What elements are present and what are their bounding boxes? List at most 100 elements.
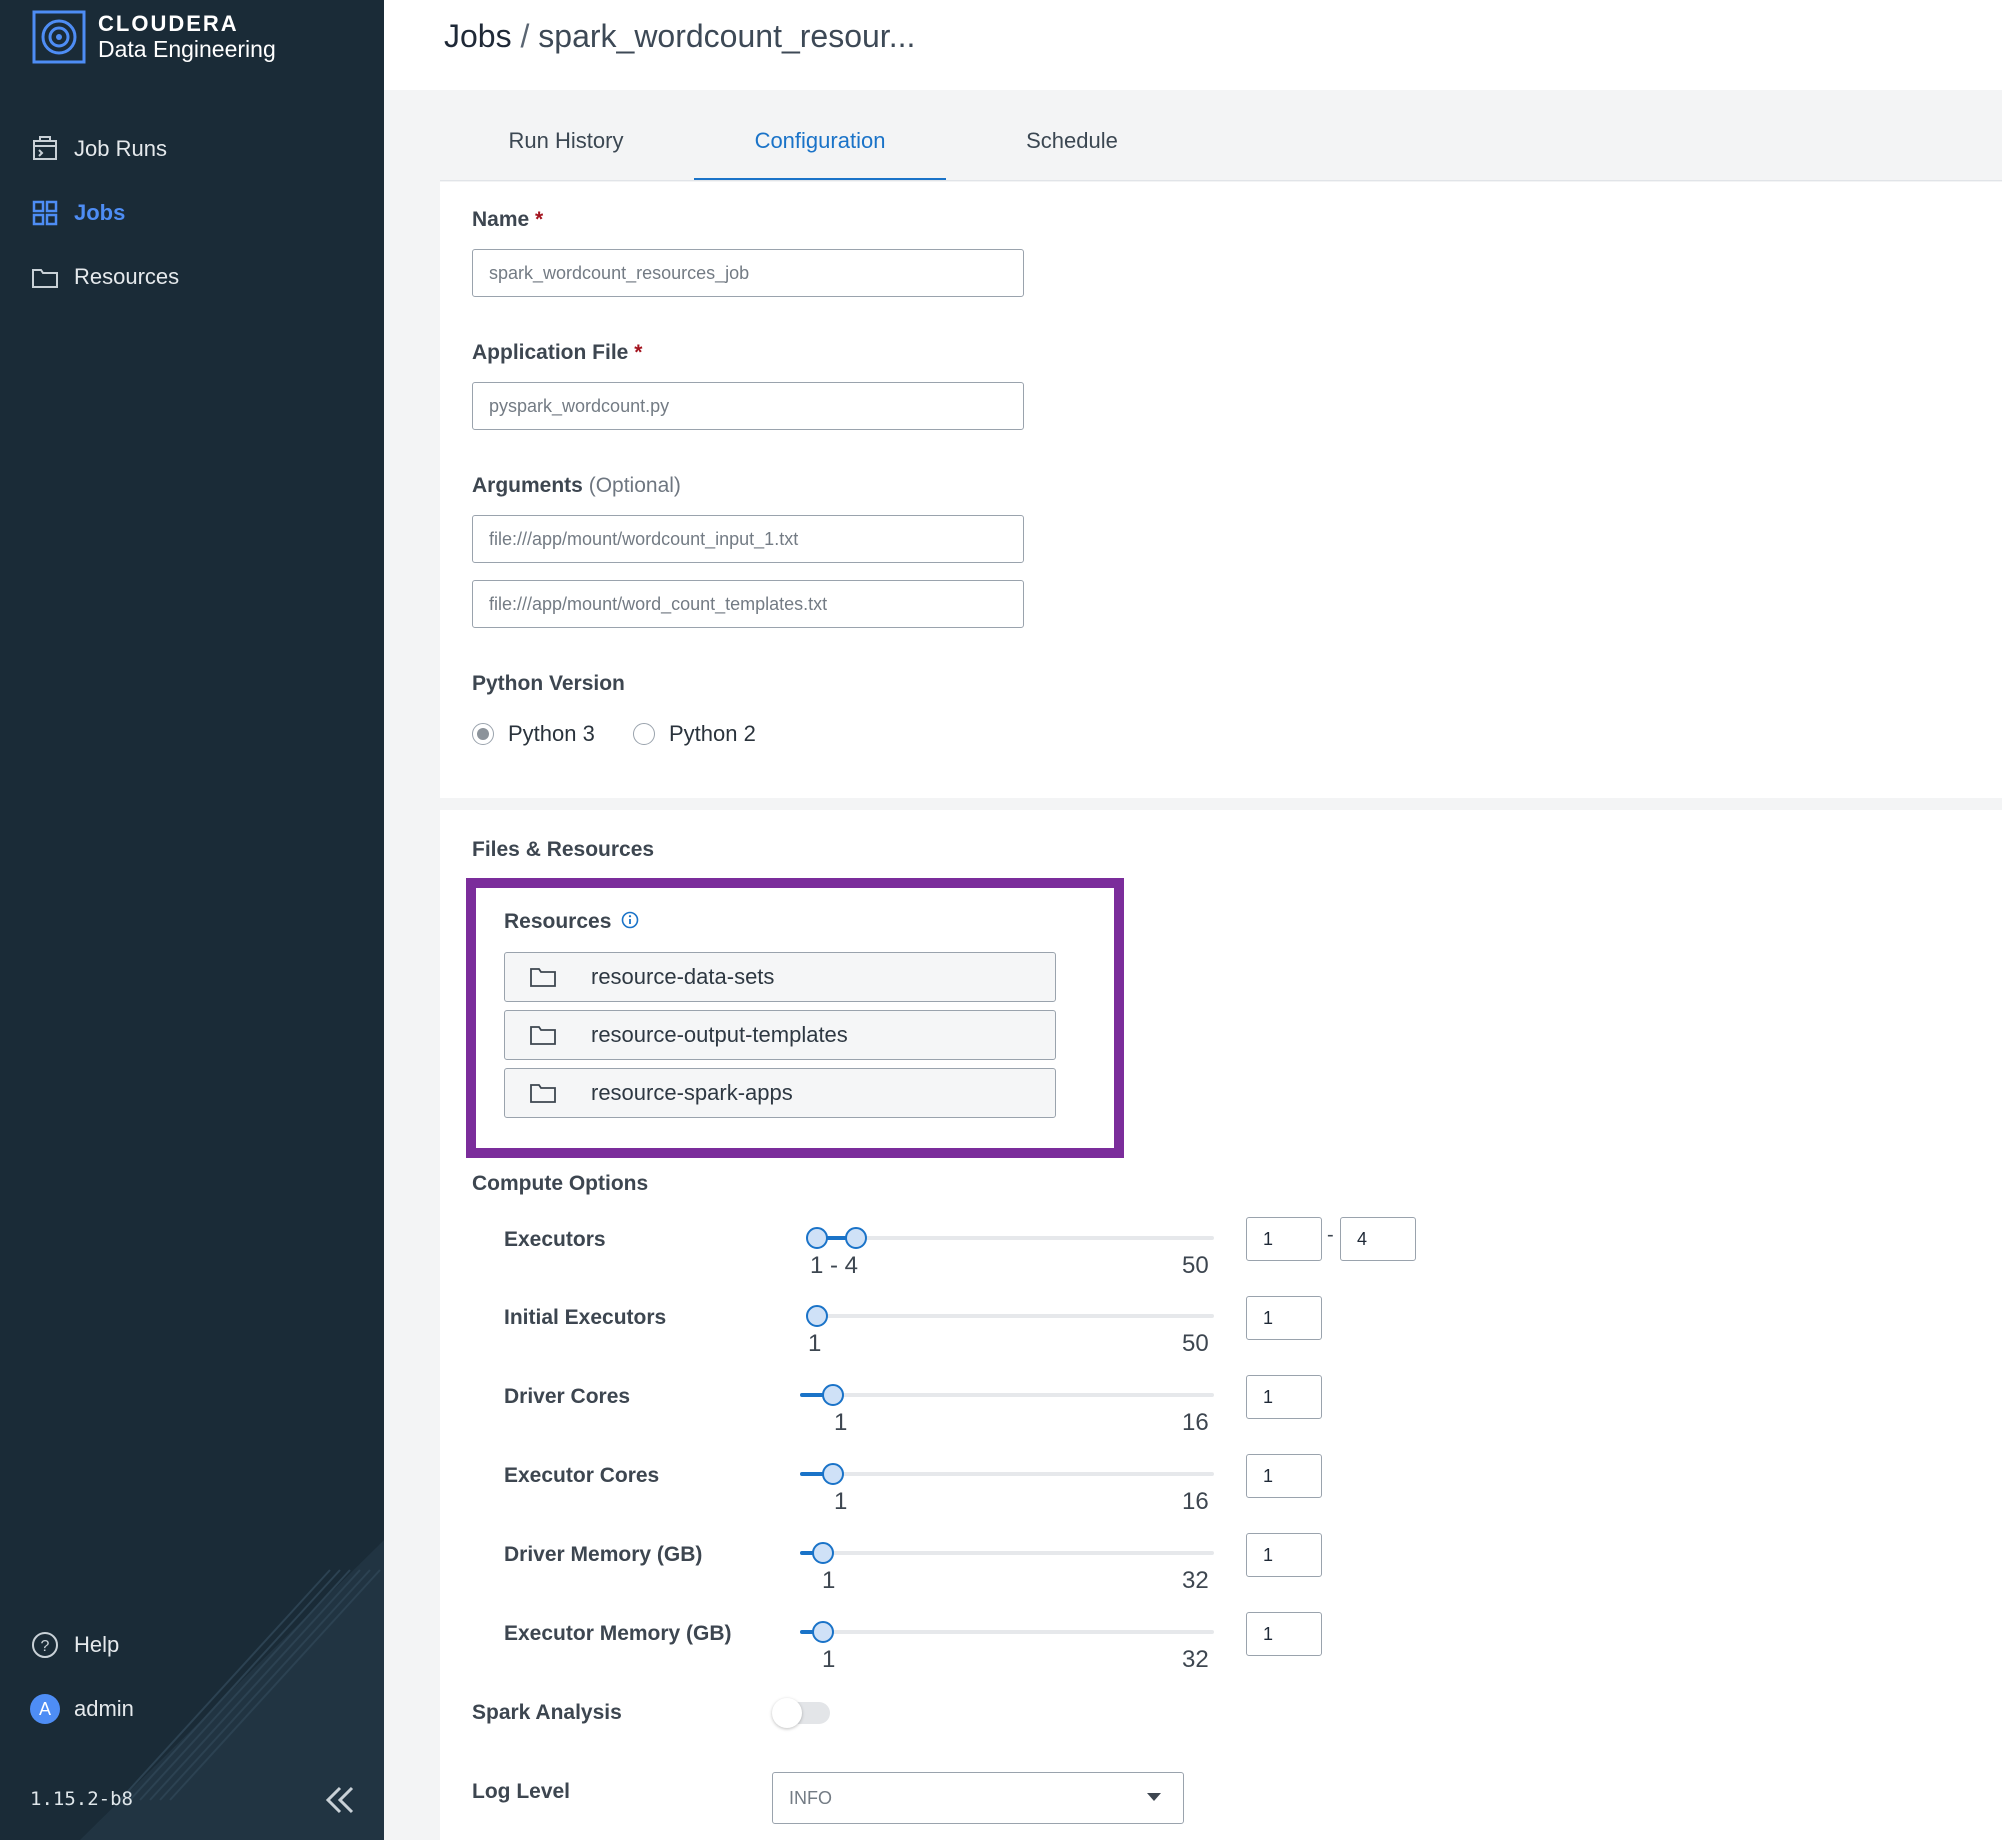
python2-radio-option[interactable]: Python 2 (633, 721, 756, 747)
executor-memory-slider-track[interactable] (800, 1630, 1214, 1634)
driver-cores-label: Driver Cores (504, 1385, 631, 1408)
initial-executors-min-tick: 1 (808, 1330, 822, 1357)
files-resources-heading: Files & Resources (472, 838, 655, 861)
nav-item-resources[interactable]: Resources (30, 262, 179, 292)
folder-icon (530, 1026, 556, 1045)
application-file-label-text: Application File (472, 341, 629, 364)
executors-max-input[interactable]: 4 (1340, 1217, 1416, 1261)
driver-cores-input[interactable]: 1 (1246, 1375, 1322, 1419)
resource-name: resource-spark-apps (591, 1080, 793, 1105)
log-level-label: Log Level (472, 1780, 571, 1803)
sidebar: CLOUDERA Data Engineering Job Runs Jobs … (0, 0, 384, 1840)
svg-text:?: ? (41, 1638, 50, 1655)
grid-icon (32, 200, 58, 226)
brand-name: CLOUDERA (98, 11, 239, 36)
help-link[interactable]: ? Help (30, 1630, 119, 1660)
driver-memory-slider-thumb[interactable] (812, 1542, 834, 1564)
driver-memory-input[interactable]: 1 (1246, 1533, 1322, 1577)
driver-memory-max-tick: 32 (1182, 1567, 1209, 1594)
argument-input-1[interactable]: file:///app/mount/wordcount_input_1.txt (472, 515, 1024, 563)
radio-selected-dot (477, 728, 489, 740)
resource-name: resource-data-sets (591, 964, 775, 989)
python-version-label: Python Version (472, 672, 625, 695)
help-icon: ? (32, 1632, 58, 1658)
collapse-sidebar-icon[interactable] (322, 1782, 358, 1818)
nav-item-job-runs[interactable]: Job Runs (30, 134, 167, 164)
spark-analysis-label: Spark Analysis (472, 1701, 622, 1724)
executor-memory-label: Executor Memory (GB) (504, 1622, 732, 1645)
resource-item[interactable]: resource-output-templates (504, 1010, 1056, 1060)
python3-radio-option[interactable]: Python 3 (472, 721, 595, 747)
initial-executors-input[interactable]: 1 (1246, 1296, 1322, 1340)
executor-cores-max-tick: 16 (1182, 1488, 1209, 1515)
executor-cores-min-tick: 1 (834, 1488, 848, 1515)
driver-memory-slider-track[interactable] (800, 1551, 1214, 1555)
job-runs-icon (33, 136, 57, 160)
name-label-text: Name (472, 208, 530, 231)
resource-item[interactable]: resource-spark-apps (504, 1068, 1056, 1118)
logo[interactable]: CLOUDERA Data Engineering (32, 10, 276, 64)
argument-input-2[interactable]: file:///app/mount/word_count_templates.t… (472, 580, 1024, 628)
avatar: A (30, 1694, 60, 1724)
tab-run-history[interactable]: Run History (440, 104, 692, 178)
name-required-mark: * (535, 208, 544, 231)
log-level-value: INFO (789, 1787, 832, 1808)
toggle-knob (772, 1698, 802, 1728)
folder-icon (530, 1084, 556, 1103)
driver-memory-min-tick: 1 (822, 1567, 836, 1594)
initial-executors-slider-thumb[interactable] (806, 1305, 828, 1327)
cloudera-logo-icon (32, 10, 86, 64)
user-menu[interactable]: A admin (30, 1694, 134, 1724)
executor-memory-input[interactable]: 1 (1246, 1612, 1322, 1656)
driver-cores-slider-thumb[interactable] (822, 1384, 844, 1406)
nav-label-job-runs: Job Runs (74, 136, 167, 161)
initial-executors-max-tick: 50 (1182, 1330, 1209, 1357)
compute-options-heading: Compute Options (472, 1172, 649, 1195)
executor-memory-slider-thumb[interactable] (812, 1621, 834, 1643)
nav-item-jobs[interactable]: Jobs (30, 198, 125, 228)
resources-label-text: Resources (504, 910, 612, 933)
executor-cores-label: Executor Cores (504, 1464, 660, 1487)
resources-label: Resources (504, 910, 639, 934)
spark-analysis-toggle[interactable] (772, 1698, 830, 1728)
log-level-select[interactable]: INFO (772, 1772, 1184, 1824)
breadcrumb-current-job: spark_wordcount_resour... (538, 18, 916, 54)
arguments-label: Arguments (Optional) (472, 474, 681, 498)
application-file-input[interactable]: pyspark_wordcount.py (472, 382, 1024, 430)
driver-cores-max-tick: 16 (1182, 1409, 1209, 1436)
executor-cores-slider-thumb[interactable] (822, 1463, 844, 1485)
executors-max-thumb[interactable] (844, 1227, 867, 1249)
chevron-down-icon (1147, 1793, 1161, 1801)
executor-cores-slider-track[interactable] (800, 1472, 1214, 1476)
arguments-optional-text: (Optional) (588, 474, 681, 497)
folder-icon (32, 269, 58, 288)
executors-max-tick: 50 (1182, 1252, 1209, 1279)
info-icon[interactable] (621, 911, 639, 929)
python3-radio[interactable] (472, 723, 494, 745)
application-file-label: Application File * (472, 341, 642, 365)
tab-schedule[interactable]: Schedule (946, 104, 1198, 178)
python2-label: Python 2 (669, 721, 756, 746)
name-input[interactable]: spark_wordcount_resources_job (472, 249, 1024, 297)
resource-item[interactable]: resource-data-sets (504, 952, 1056, 1002)
nav-label-jobs: Jobs (74, 200, 126, 225)
python2-radio[interactable] (633, 723, 655, 745)
executors-slider-track[interactable] (806, 1236, 1214, 1240)
initial-executors-slider-track[interactable] (806, 1314, 1214, 1318)
python3-label: Python 3 (508, 721, 595, 746)
executors-min-thumb[interactable] (806, 1227, 828, 1249)
executors-range-value: 1 - 4 (810, 1252, 859, 1279)
breadcrumb: Jobs / spark_wordcount_resour... (444, 18, 915, 55)
resource-name: resource-output-templates (591, 1022, 848, 1047)
driver-cores-slider-track[interactable] (800, 1393, 1214, 1397)
executors-range-dash: - (1327, 1224, 1334, 1246)
tab-configuration[interactable]: Configuration (694, 104, 946, 180)
executor-memory-max-tick: 32 (1182, 1646, 1209, 1673)
product-name: Data Engineering (98, 36, 276, 62)
executor-cores-input[interactable]: 1 (1246, 1454, 1322, 1498)
executors-min-input[interactable]: 1 (1246, 1217, 1322, 1261)
breadcrumb-jobs[interactable]: Jobs (444, 18, 512, 54)
application-file-required-mark: * (634, 341, 643, 364)
tab-bar: Run History Configuration Schedule (440, 104, 2002, 181)
driver-memory-label: Driver Memory (GB) (504, 1543, 703, 1566)
